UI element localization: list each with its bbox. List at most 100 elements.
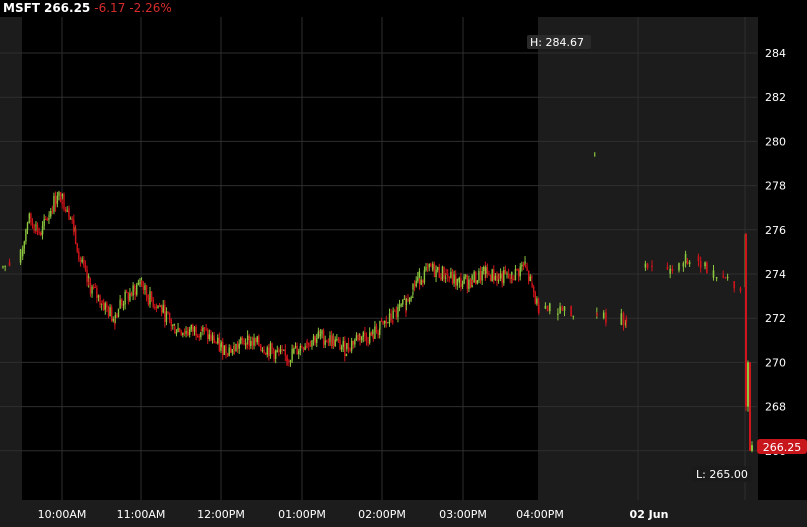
candle <box>724 277 727 279</box>
candle <box>99 295 101 306</box>
candle <box>479 271 482 281</box>
candle <box>61 194 64 197</box>
candle <box>46 219 49 221</box>
candle <box>150 291 153 300</box>
candle <box>605 312 607 323</box>
candle <box>372 335 375 339</box>
candle <box>83 259 85 266</box>
candle <box>193 327 196 332</box>
candle <box>682 263 685 267</box>
candle <box>73 219 75 232</box>
candle <box>78 251 80 260</box>
candle <box>256 336 258 343</box>
candle <box>417 277 419 281</box>
price-chart[interactable]: 10:00AM 11:00AM 12:00PM 01:00PM 02:00PM … <box>0 0 807 527</box>
candle <box>671 268 674 272</box>
candle <box>25 229 27 242</box>
candle <box>26 222 29 230</box>
candle <box>273 351 275 359</box>
y-tick-label: 274 <box>765 268 786 281</box>
candle <box>69 218 72 220</box>
high-label: H: 284.67 <box>527 35 591 49</box>
candle <box>410 297 412 299</box>
candle <box>215 342 217 344</box>
candle <box>254 337 257 343</box>
candle <box>2 266 4 268</box>
candle <box>572 315 575 317</box>
candle <box>349 349 351 351</box>
candle <box>55 201 57 204</box>
candle <box>355 335 358 340</box>
candle <box>145 285 148 297</box>
y-tick-label: 278 <box>765 180 786 193</box>
candle <box>284 349 286 356</box>
candle <box>380 321 383 323</box>
candle <box>625 318 628 323</box>
candle <box>602 312 605 318</box>
candle <box>203 327 206 330</box>
candle <box>132 285 134 296</box>
candle <box>272 349 275 351</box>
candle <box>453 274 455 284</box>
candle <box>109 307 111 317</box>
candle <box>688 262 691 265</box>
candle <box>481 270 483 281</box>
y-axis: 284282280278276274272270268266 <box>765 47 786 458</box>
candle <box>223 345 226 356</box>
candle <box>450 271 452 278</box>
candle <box>704 262 706 267</box>
candle <box>398 304 401 307</box>
candle <box>116 315 118 317</box>
candle <box>274 350 277 359</box>
candle <box>519 266 521 277</box>
y-tick-label: 276 <box>765 224 786 237</box>
candle <box>483 266 485 271</box>
candle <box>112 319 114 321</box>
candle <box>107 307 110 317</box>
candle <box>379 321 381 330</box>
candle <box>387 322 389 324</box>
candle <box>282 349 285 351</box>
candle <box>491 269 493 282</box>
candle <box>494 275 497 281</box>
candle <box>202 327 204 332</box>
candle <box>322 330 325 345</box>
candle <box>644 263 647 268</box>
candle <box>23 241 25 249</box>
candle <box>466 275 469 289</box>
candle <box>84 265 87 270</box>
candle <box>454 274 457 286</box>
candle <box>344 340 346 357</box>
candle <box>168 312 171 320</box>
candle <box>684 253 687 264</box>
candle <box>117 308 120 317</box>
candle <box>499 273 502 279</box>
candle <box>4 265 6 267</box>
candle <box>357 335 359 341</box>
candle <box>403 298 406 300</box>
candle <box>258 336 260 346</box>
candle <box>170 319 172 326</box>
candle <box>142 286 145 291</box>
candle <box>526 267 528 271</box>
candle <box>354 339 356 345</box>
candle <box>436 267 439 270</box>
candle <box>144 285 146 291</box>
candle <box>139 282 141 284</box>
candle <box>486 267 489 274</box>
candle <box>253 337 255 346</box>
candle <box>469 279 472 288</box>
candle <box>165 311 168 323</box>
candle <box>205 329 207 331</box>
candle <box>178 328 181 332</box>
candle <box>278 350 280 353</box>
candle <box>187 331 189 336</box>
candle <box>529 276 531 282</box>
candle <box>458 278 461 283</box>
candle <box>182 332 184 336</box>
candle <box>302 347 305 351</box>
candle <box>36 224 39 233</box>
candle <box>666 266 669 270</box>
candle <box>317 331 320 339</box>
candle <box>162 304 164 313</box>
